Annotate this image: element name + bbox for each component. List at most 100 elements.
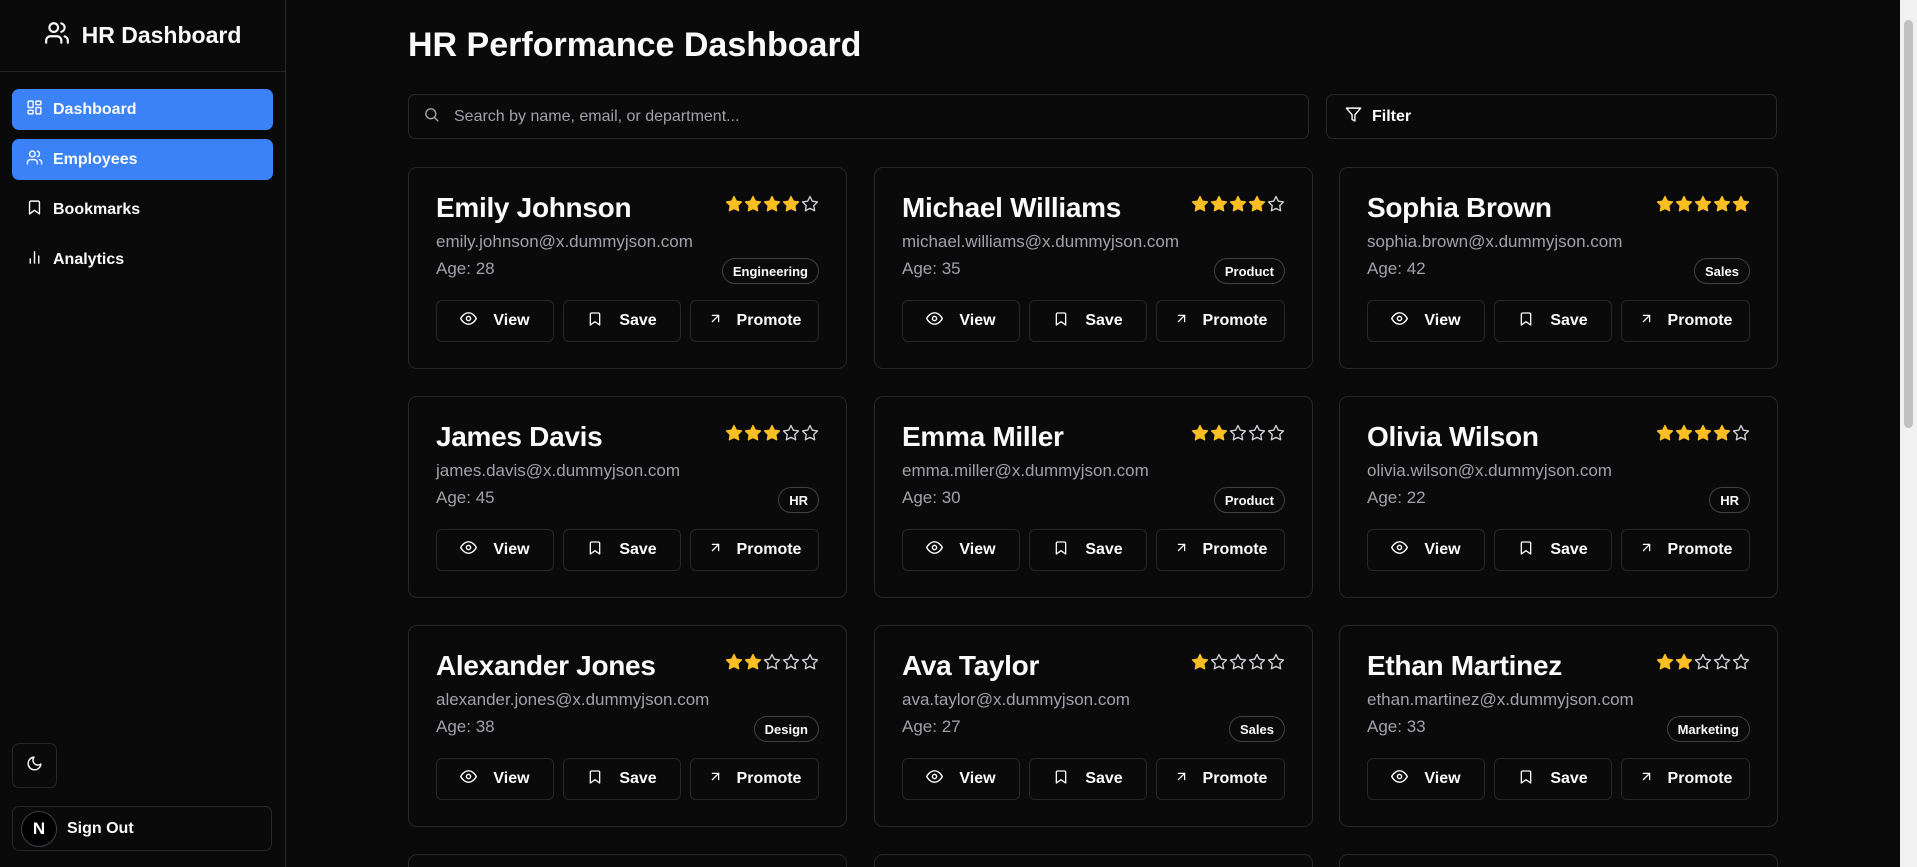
promote-button[interactable]: Promote [1621,758,1750,800]
promote-label: Promote [736,770,802,787]
rating-stars [1191,195,1285,218]
promote-button[interactable]: Promote [690,300,819,342]
star-filled-icon [725,195,743,218]
star-empty-icon [1210,653,1228,676]
promote-button[interactable]: Promote [690,758,819,800]
save-button[interactable]: Save [1029,300,1147,342]
view-button[interactable]: View [1367,758,1485,800]
save-label: Save [1550,541,1588,558]
view-label: View [959,312,996,329]
save-label: Save [619,541,657,558]
employee-card: Ava Taylor ava.taylor@x.dummyjson.com Age:… [874,625,1313,827]
sidebar-item-analytics[interactable]: Analytics [12,239,273,280]
card-actions: View Save Promote [436,300,819,342]
star-filled-icon [1694,424,1712,447]
save-button[interactable]: Save [563,529,681,571]
view-button[interactable]: View [1367,529,1485,571]
promote-button[interactable]: Promote [1156,529,1285,571]
star-empty-icon [1248,424,1266,447]
employee-age: Age: 27 [902,717,961,736]
promote-button[interactable]: Promote [1621,529,1750,571]
bar-chart-icon [26,249,43,271]
star-filled-icon [1210,195,1228,218]
department-badge: Marketing [1666,716,1750,742]
theme-toggle-button[interactable] [12,743,57,788]
star-empty-icon [801,195,819,218]
view-label: View [959,770,996,787]
sidebar-nav: Dashboard Employees Bookmarks Analytics [0,72,285,280]
bookmark-icon [1518,311,1534,332]
promote-label: Promote [1667,312,1733,329]
avatar: N [21,810,57,847]
view-button[interactable]: View [902,300,1020,342]
star-empty-icon [1713,653,1731,676]
filter-button[interactable]: Filter [1326,94,1777,139]
star-filled-icon [1713,195,1731,218]
promote-button[interactable]: Promote [1156,758,1285,800]
save-button[interactable]: Save [563,758,681,800]
save-button[interactable]: Save [1494,758,1612,800]
scrollbar[interactable] [1900,0,1917,867]
employee-email: michael.williams@x.dummyjson.com [902,232,1180,251]
promote-label: Promote [1202,770,1268,787]
star-empty-icon [1732,653,1750,676]
eye-icon [926,768,944,790]
card-actions: View Save Promote [902,529,1285,571]
view-button[interactable]: View [902,529,1020,571]
bookmark-icon [1053,769,1069,790]
promote-label: Promote [736,312,802,329]
view-label: View [493,770,530,787]
sidebar-item-label: Dashboard [53,100,137,118]
brand-title: HR Dashboard [81,22,242,48]
promote-label: Promote [736,541,802,558]
star-filled-icon [1675,195,1693,218]
employee-name: Sophia Brown [1367,192,1552,223]
sidebar-item-bookmarks[interactable]: Bookmarks [12,189,273,230]
arrow-up-right-icon [1639,311,1654,331]
sidebar-item-dashboard[interactable]: Dashboard [12,89,273,130]
employee-email: ava.taylor@x.dummyjson.com [902,690,1130,709]
employee-card: Emily Johnson emily.johnson@x.dummyjson.c… [408,167,847,369]
star-filled-icon [1694,195,1712,218]
department-badge: Product [1213,258,1285,284]
dashboard-icon [26,99,43,121]
save-button[interactable]: Save [1029,529,1147,571]
view-button[interactable]: View [902,758,1020,800]
save-button[interactable]: Save [1494,529,1612,571]
department-badge: Sales [1229,716,1285,742]
arrow-up-right-icon [1174,311,1189,331]
bookmark-icon [26,199,43,221]
promote-button[interactable]: Promote [1156,300,1285,342]
sidebar-item-employees[interactable]: Employees [12,139,273,180]
view-button[interactable]: View [1367,300,1485,342]
star-filled-icon [1191,424,1209,447]
rating-stars [1656,653,1750,676]
employee-age: Age: 22 [1367,488,1426,507]
star-filled-icon [1656,424,1674,447]
save-button[interactable]: Save [1494,300,1612,342]
department-badge: Engineering [721,258,819,284]
star-empty-icon [1694,653,1712,676]
save-label: Save [619,312,657,329]
scrollbar-thumb[interactable] [1904,20,1913,428]
view-button[interactable]: View [436,529,554,571]
department-badge: Product [1213,487,1285,513]
star-empty-icon [1229,424,1247,447]
arrow-up-right-icon [1639,769,1654,789]
save-button[interactable]: Save [563,300,681,342]
search-input[interactable] [454,107,1308,126]
view-button[interactable]: View [436,300,554,342]
employee-email: olivia.wilson@x.dummyjson.com [1367,461,1612,480]
view-button[interactable]: View [436,758,554,800]
star-filled-icon [1732,195,1750,218]
star-filled-icon [725,424,743,447]
promote-button[interactable]: Promote [1621,300,1750,342]
eye-icon [1391,768,1409,790]
star-filled-icon [1248,195,1266,218]
promote-button[interactable]: Promote [690,529,819,571]
rating-stars [1656,195,1750,218]
users-icon [44,20,70,51]
save-button[interactable]: Save [1029,758,1147,800]
sign-out-button[interactable]: N Sign Out [12,806,272,851]
page-title: HR Performance Dashboard [408,26,862,64]
